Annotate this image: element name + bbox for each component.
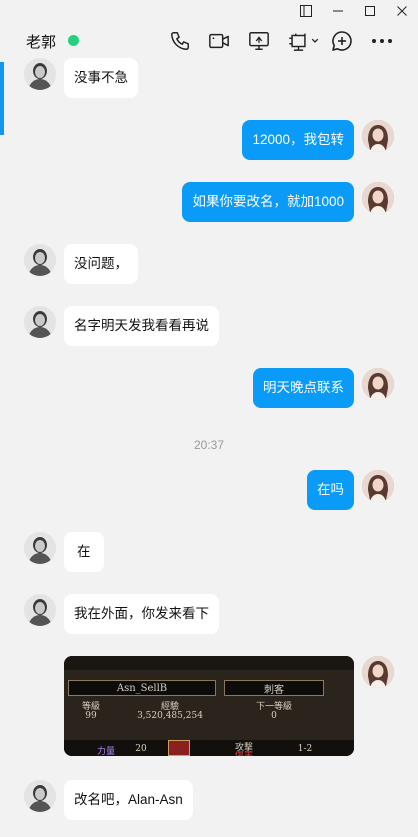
message-incoming: 改名吧，Alan-Asn <box>24 780 193 820</box>
message-bubble[interactable]: 明天晚点联系 <box>253 368 354 408</box>
my-avatar[interactable] <box>362 656 394 688</box>
more-icon[interactable] <box>369 28 395 54</box>
message-outgoing-image <box>362 656 394 688</box>
contact-avatar[interactable] <box>24 58 56 90</box>
my-avatar[interactable] <box>362 182 394 214</box>
add-chat-icon[interactable] <box>329 28 355 54</box>
message-incoming: 在 <box>24 532 104 572</box>
message-bubble[interactable]: 12000，我包转 <box>242 120 354 160</box>
game-skill-icon <box>168 740 190 756</box>
game-level-value: 99 <box>85 711 97 721</box>
message-incoming: 没事不急 <box>24 58 138 98</box>
remote-assist-icon[interactable] <box>286 28 322 54</box>
close-icon[interactable] <box>386 0 418 22</box>
message-bubble[interactable]: 没事不急 <box>64 58 138 98</box>
game-strength-value: 20 <box>135 744 147 754</box>
screenshot-image[interactable]: Asn_SellB 刺客 等級 99 經驗 3,520,485,254 下一等級… <box>64 656 354 756</box>
contact-avatar[interactable] <box>24 244 56 276</box>
active-chat-indicator <box>0 62 4 135</box>
message-bubble[interactable]: 改名吧，Alan-Asn <box>64 780 193 820</box>
contact-avatar[interactable] <box>24 780 56 812</box>
chat-header: 老郭 <box>0 22 418 62</box>
game-character-name: Asn_SellB <box>68 680 216 696</box>
contact-avatar[interactable] <box>24 306 56 338</box>
message-outgoing: 明天晚点联系 <box>253 368 394 408</box>
message-outgoing: 在吗 <box>307 470 394 510</box>
message-bubble[interactable]: 在 <box>64 532 104 572</box>
contact-name[interactable]: 老郭 <box>26 31 56 52</box>
message-bubble[interactable]: 名字明天发我看看再说 <box>64 306 219 346</box>
maximize-icon[interactable] <box>354 0 386 22</box>
my-avatar[interactable] <box>362 120 394 152</box>
phone-icon[interactable] <box>167 28 193 54</box>
sidebar-toggle-icon[interactable] <box>290 0 322 22</box>
game-damage-value: 1-2 <box>297 744 313 754</box>
screen-share-icon[interactable] <box>246 28 272 54</box>
game-exp-value: 3,520,485,254 <box>137 711 203 721</box>
message-outgoing: 12000，我包转 <box>242 120 394 160</box>
game-next-value: 0 <box>271 711 277 721</box>
message-incoming: 名字明天发我看看再说 <box>24 306 219 346</box>
game-damage-sublabel: 傷害 <box>234 751 253 756</box>
game-strength-label: 力量 <box>96 747 115 756</box>
minimize-icon[interactable] <box>322 0 354 22</box>
contact-avatar[interactable] <box>24 532 56 564</box>
my-avatar[interactable] <box>362 368 394 400</box>
message-bubble[interactable]: 没问题， <box>64 244 138 284</box>
message-bubble[interactable]: 我在外面，你发来看下 <box>64 594 219 634</box>
game-character-class: 刺客 <box>224 680 324 696</box>
message-outgoing: 如果你要改名，就加1000 <box>182 182 394 222</box>
message-bubble[interactable]: 如果你要改名，就加1000 <box>182 182 354 222</box>
contact-avatar[interactable] <box>24 594 56 626</box>
time-divider: 20:37 <box>193 438 225 452</box>
message-bubble[interactable]: 在吗 <box>307 470 354 510</box>
video-icon[interactable] <box>206 28 232 54</box>
input-toolbar-edge <box>0 825 418 837</box>
window-controls <box>290 0 418 22</box>
message-incoming: 没问题， <box>24 244 138 284</box>
my-avatar[interactable] <box>362 470 394 502</box>
message-incoming: 我在外面，你发来看下 <box>24 594 219 634</box>
online-status-dot <box>68 35 79 46</box>
